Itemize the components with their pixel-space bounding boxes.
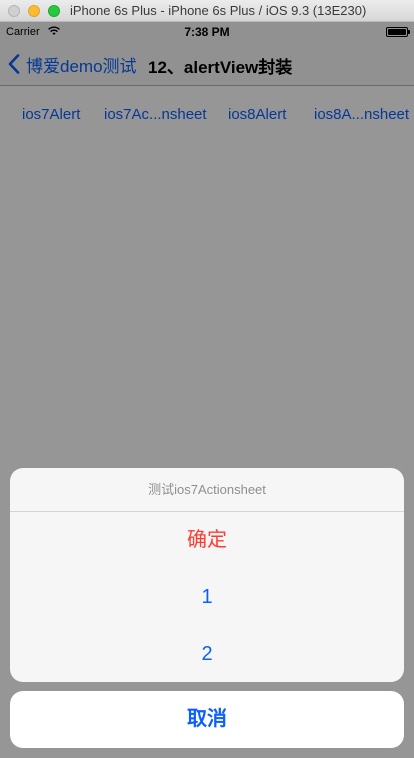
action-sheet-title: 测试ios7Actionsheet bbox=[10, 468, 404, 512]
cancel-button[interactable]: 取消 bbox=[10, 691, 404, 748]
option-1-button[interactable]: 1 bbox=[10, 569, 404, 626]
simulator-title-bar: iPhone 6s Plus - iPhone 6s Plus / iOS 9.… bbox=[0, 0, 414, 22]
confirm-button[interactable]: 确定 bbox=[10, 512, 404, 569]
action-sheet: 测试ios7Actionsheet 确定 1 2 bbox=[10, 468, 404, 682]
window-zoom-button[interactable] bbox=[48, 5, 60, 17]
window-title: iPhone 6s Plus - iPhone 6s Plus / iOS 9.… bbox=[70, 3, 367, 18]
window-minimize-button[interactable] bbox=[28, 5, 40, 17]
window-close-button[interactable] bbox=[8, 5, 20, 17]
option-2-button[interactable]: 2 bbox=[10, 626, 404, 682]
ios-screen: Carrier 7:38 PM 博爱demo测试 12、alertView封装 … bbox=[0, 22, 414, 758]
